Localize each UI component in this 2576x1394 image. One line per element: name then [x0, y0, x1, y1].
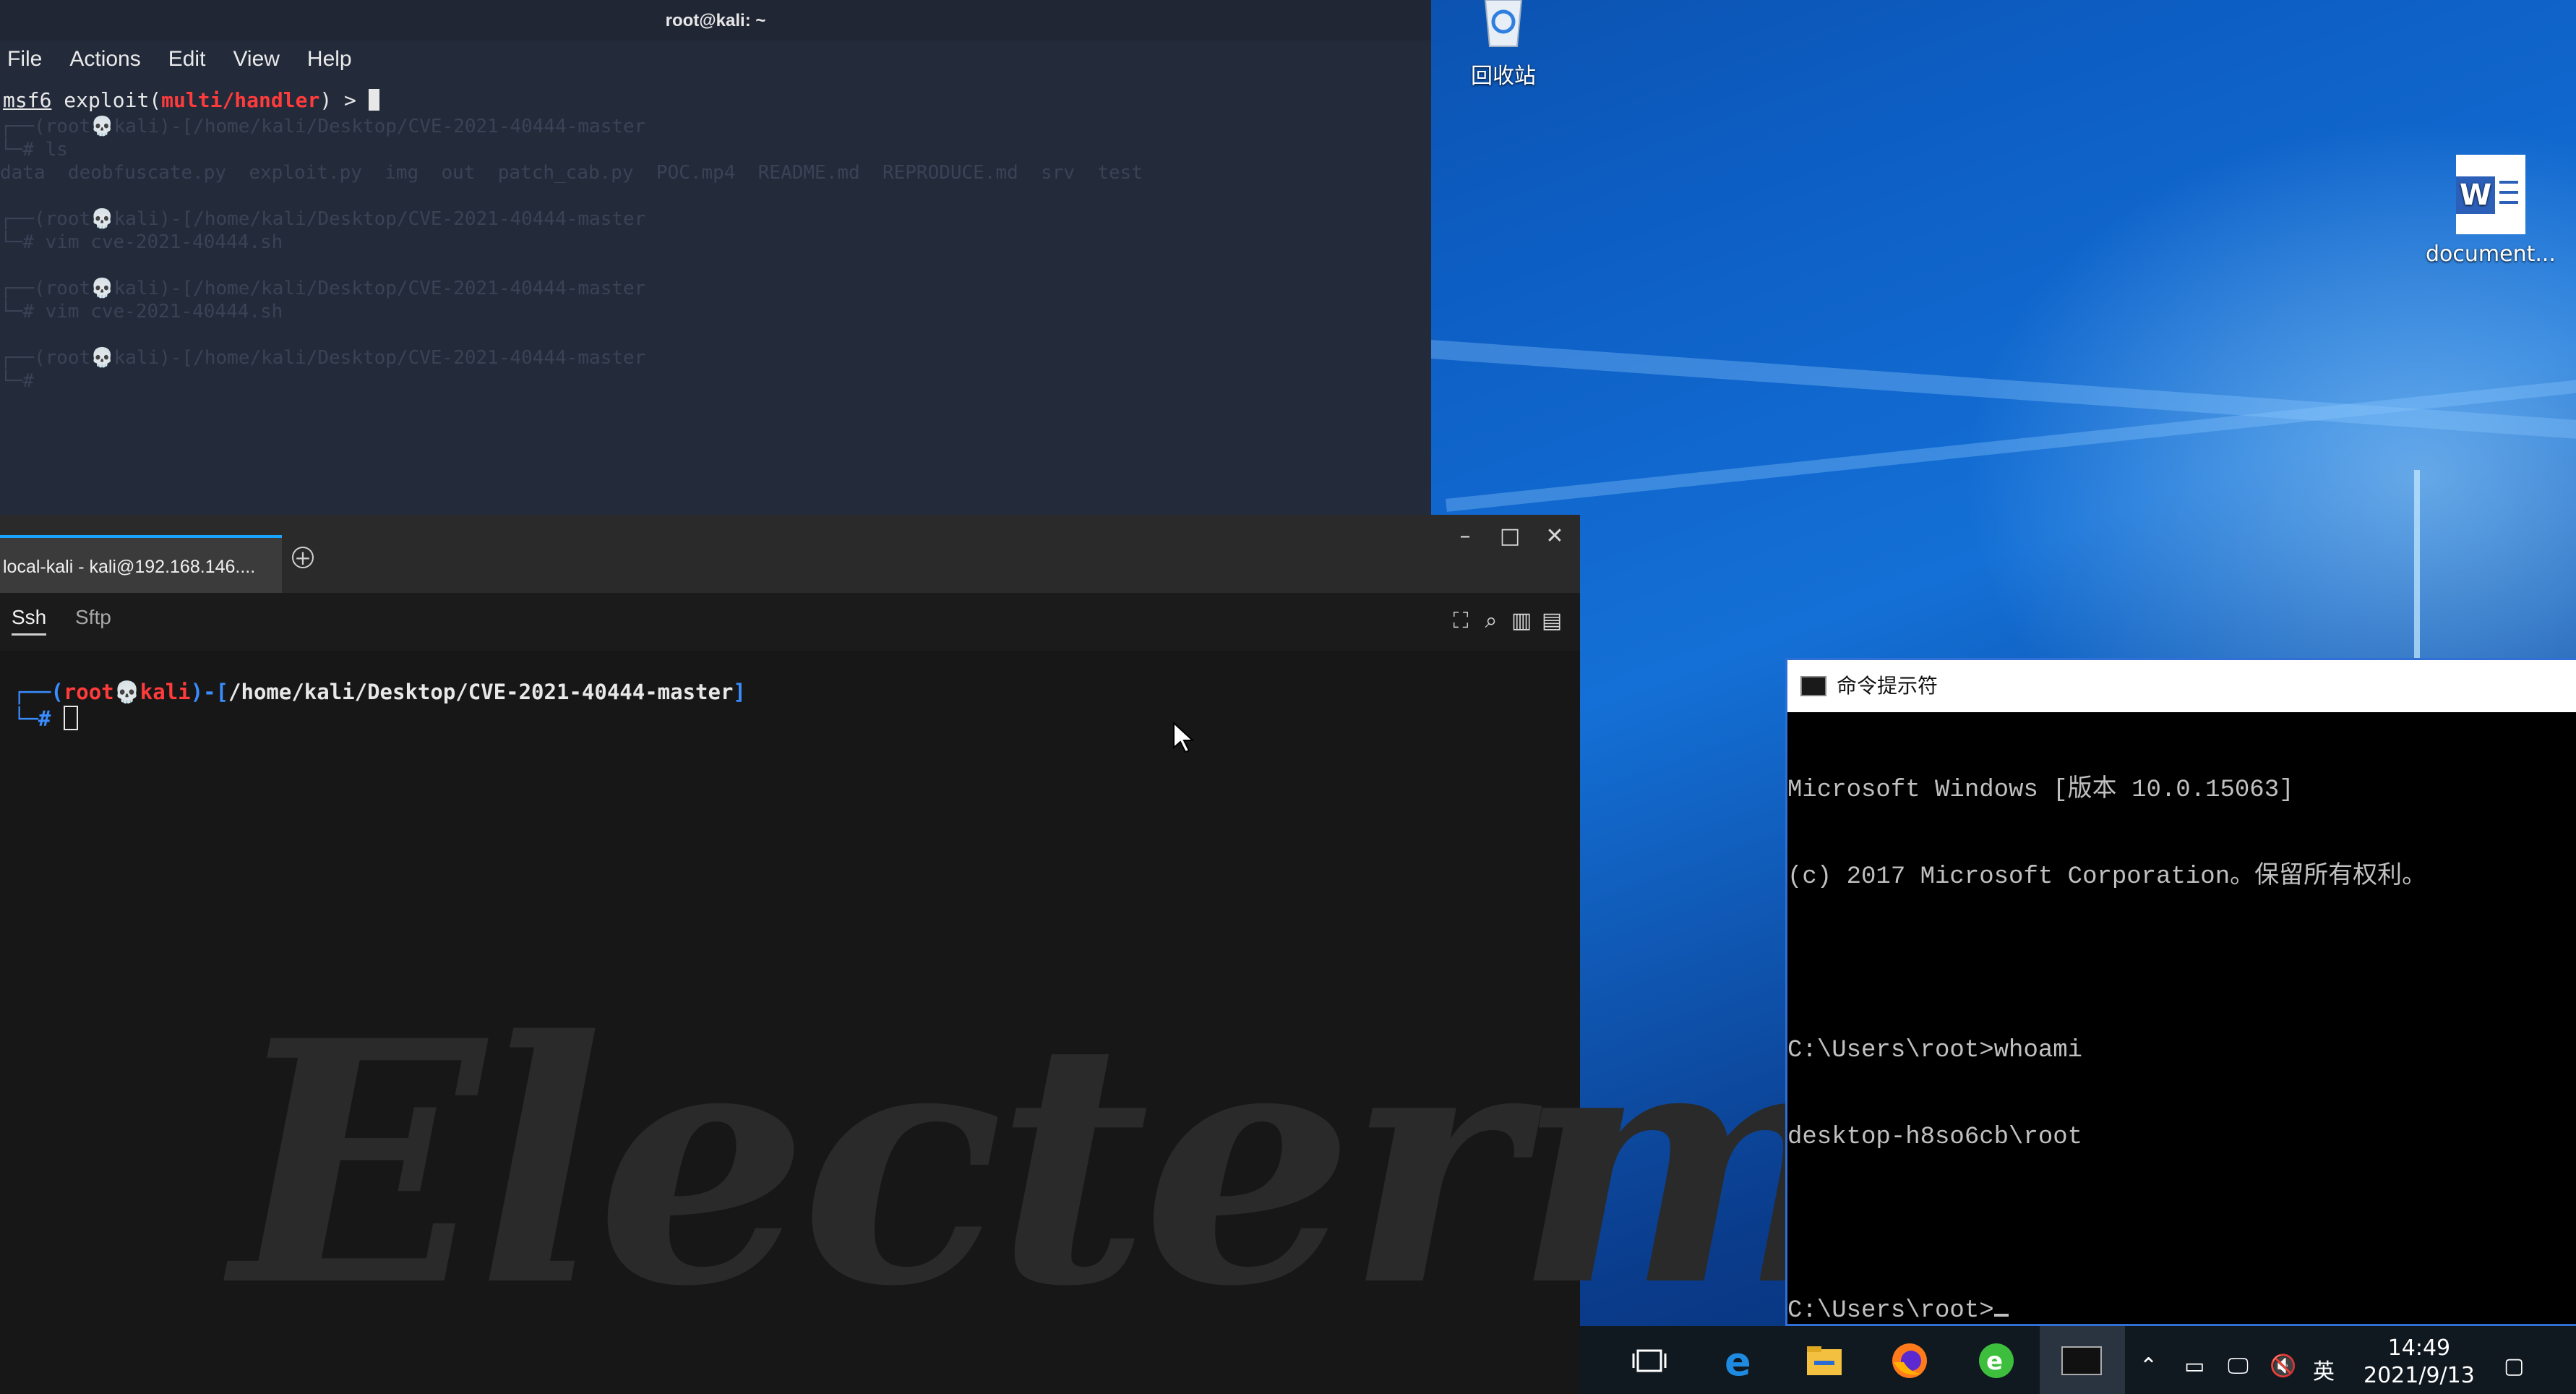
action-center-icon[interactable]: ▢: [2504, 1354, 2524, 1379]
ghost-line: ┌──(root💀kali)-[/home/kali/Desktop/CVE-2…: [0, 278, 646, 299]
electerm-watermark: Electerm: [231, 969, 1866, 1359]
svg-text:e: e: [1725, 1340, 1751, 1381]
session-tab[interactable]: local-kali - kali@192.168.146....: [0, 535, 282, 593]
ghost-line: └─# vim cve-2021-40444.sh: [0, 231, 283, 253]
cmd-titlebar: 命令提示符: [1787, 660, 2576, 712]
console-line: (c) 2017 Microsoft Corporation。保留所有权利。: [1787, 863, 2427, 891]
volume-muted-icon[interactable]: 🔇: [2270, 1354, 2296, 1379]
cmd-console[interactable]: Microsoft Windows [版本 10.0.15063] (c) 20…: [1787, 718, 2426, 1383]
ime-indicator[interactable]: 英: [2313, 1354, 2335, 1385]
recycle-bin[interactable]: 回收站: [1453, 0, 1554, 90]
menu-file[interactable]: File: [7, 40, 42, 78]
split-vertical-icon[interactable]: ▥: [1509, 609, 1534, 633]
prompt-exploit: exploit(: [51, 88, 162, 112]
fullscreen-icon[interactable]: ⛶: [1448, 609, 1473, 633]
wallpaper-beam: [2414, 470, 2420, 658]
tab-ssh[interactable]: Ssh: [12, 606, 47, 636]
cmd-icon: [1800, 676, 1826, 696]
electerm-window[interactable]: local-kali - kali@192.168.146.... + – □ …: [0, 515, 1866, 1394]
battery-icon[interactable]: ▭: [2184, 1354, 2204, 1379]
clock-time: 14:49: [2387, 1335, 2451, 1361]
file-explorer-icon[interactable]: [1804, 1340, 1845, 1381]
split-horizontal-icon[interactable]: ▤: [1540, 609, 1564, 633]
word-document-icon: W: [2456, 155, 2525, 234]
console-line: C:\Users\root>whoami: [1787, 1037, 2083, 1064]
menu-edit[interactable]: Edit: [168, 40, 206, 78]
console-line: Microsoft Windows [版本 10.0.15063]: [1787, 777, 2294, 804]
cmd-cursor: [1993, 1314, 2009, 1317]
maximize-button[interactable]: □: [1489, 521, 1531, 552]
ghost-line: └─#: [0, 370, 34, 392]
terminal-cursor: [63, 706, 78, 730]
skull-icon: 💀: [113, 680, 140, 704]
recycle-bin-label: 回收站: [1471, 64, 1536, 89]
network-icon[interactable]: 🖵: [2228, 1354, 2249, 1379]
close-button[interactable]: ✕: [1534, 521, 1576, 552]
kali-window-title: root@kali: ~: [0, 0, 1431, 40]
menu-help[interactable]: Help: [307, 40, 352, 78]
electerm-titlebar: local-kali - kali@192.168.146.... + – □ …: [0, 515, 1580, 593]
ghost-line: data deobfuscate.py exploit.py img out p…: [0, 162, 1143, 184]
kali-menu-bar: File Actions Edit View Help: [0, 40, 352, 78]
word-letter: W: [2456, 176, 2495, 214]
prompt-end: ) >: [319, 88, 369, 112]
prompt-module: multi/handler: [161, 88, 320, 112]
terminal-cursor: [368, 89, 379, 111]
menu-actions[interactable]: Actions: [69, 40, 140, 78]
show-hidden-icons[interactable]: ⌃: [2139, 1354, 2158, 1379]
document-file[interactable]: W document...: [2426, 155, 2556, 267]
cmd-taskbar-button[interactable]: [2040, 1326, 2125, 1394]
browser-360-icon[interactable]: e: [1976, 1340, 2017, 1381]
cmd-taskbar-icon: [2061, 1346, 2102, 1375]
edge-browser-icon[interactable]: e: [1719, 1339, 1759, 1385]
ssh-terminal[interactable]: Electerm ┌──(root💀kali)-[/home/kali/Desk…: [0, 651, 1866, 1394]
minimize-button[interactable]: –: [1444, 521, 1486, 552]
ghost-line: ┌──(root💀kali)-[/home/kali/Desktop/CVE-2…: [0, 116, 646, 137]
prompt-hash: └─#: [13, 706, 51, 731]
task-view-icon[interactable]: [1629, 1340, 1670, 1381]
prompt-host: kali: [139, 680, 191, 704]
recycle-bin-icon: [1484, 0, 1523, 47]
console-line: desktop-h8so6cb\root: [1787, 1124, 2083, 1151]
ghost-line: ┌──(root💀kali)-[/home/kali/Desktop/CVE-2…: [0, 208, 646, 230]
add-tab-icon[interactable]: +: [292, 547, 314, 568]
document-label: document...: [2426, 241, 2556, 267]
menu-view[interactable]: View: [233, 40, 279, 78]
prompt-path: /home/kali/Desktop/CVE-2021-40444-master: [228, 680, 734, 704]
ghost-line: └─# vim cve-2021-40444.sh: [0, 301, 283, 322]
ghost-line: └─# ls: [0, 139, 68, 161]
mouse-pointer-icon: [1173, 722, 1194, 753]
clock-date: 2021/9/13: [2364, 1363, 2475, 1388]
firefox-icon[interactable]: [1889, 1340, 1930, 1381]
console-prompt-line: C:\Users\root>: [1787, 1296, 2426, 1325]
prompt-user: root: [63, 680, 114, 704]
ghost-line: ┌──(root💀kali)-[/home/kali/Desktop/CVE-2…: [0, 347, 646, 369]
protocol-tabs: Ssh Sftp ⛶ ⌕ ▥ ▤: [0, 593, 1580, 651]
cmd-title-text: 命令提示符: [1837, 674, 1939, 698]
wallpaper-beam: [1430, 340, 2576, 445]
shell-prompt-line2: └─#: [13, 706, 78, 731]
tab-sftp[interactable]: Sftp: [75, 606, 111, 629]
shell-prompt-line1: ┌──(root💀kali)-[/home/kali/Desktop/CVE-2…: [13, 680, 746, 704]
search-icon[interactable]: ⌕: [1479, 609, 1503, 633]
cmd-window[interactable]: 命令提示符 Microsoft Windows [版本 10.0.15063] …: [1785, 658, 2576, 1326]
kali-terminal-window[interactable]: root@kali: ~ File Actions Edit View Help…: [0, 0, 1431, 515]
msf-prompt[interactable]: msf6 exploit(multi/handler) >: [3, 88, 379, 112]
svg-text:e: e: [1986, 1347, 2003, 1376]
msf-label: msf6: [3, 88, 52, 112]
system-clock[interactable]: 14:49 2021/9/13: [2364, 1335, 2475, 1390]
